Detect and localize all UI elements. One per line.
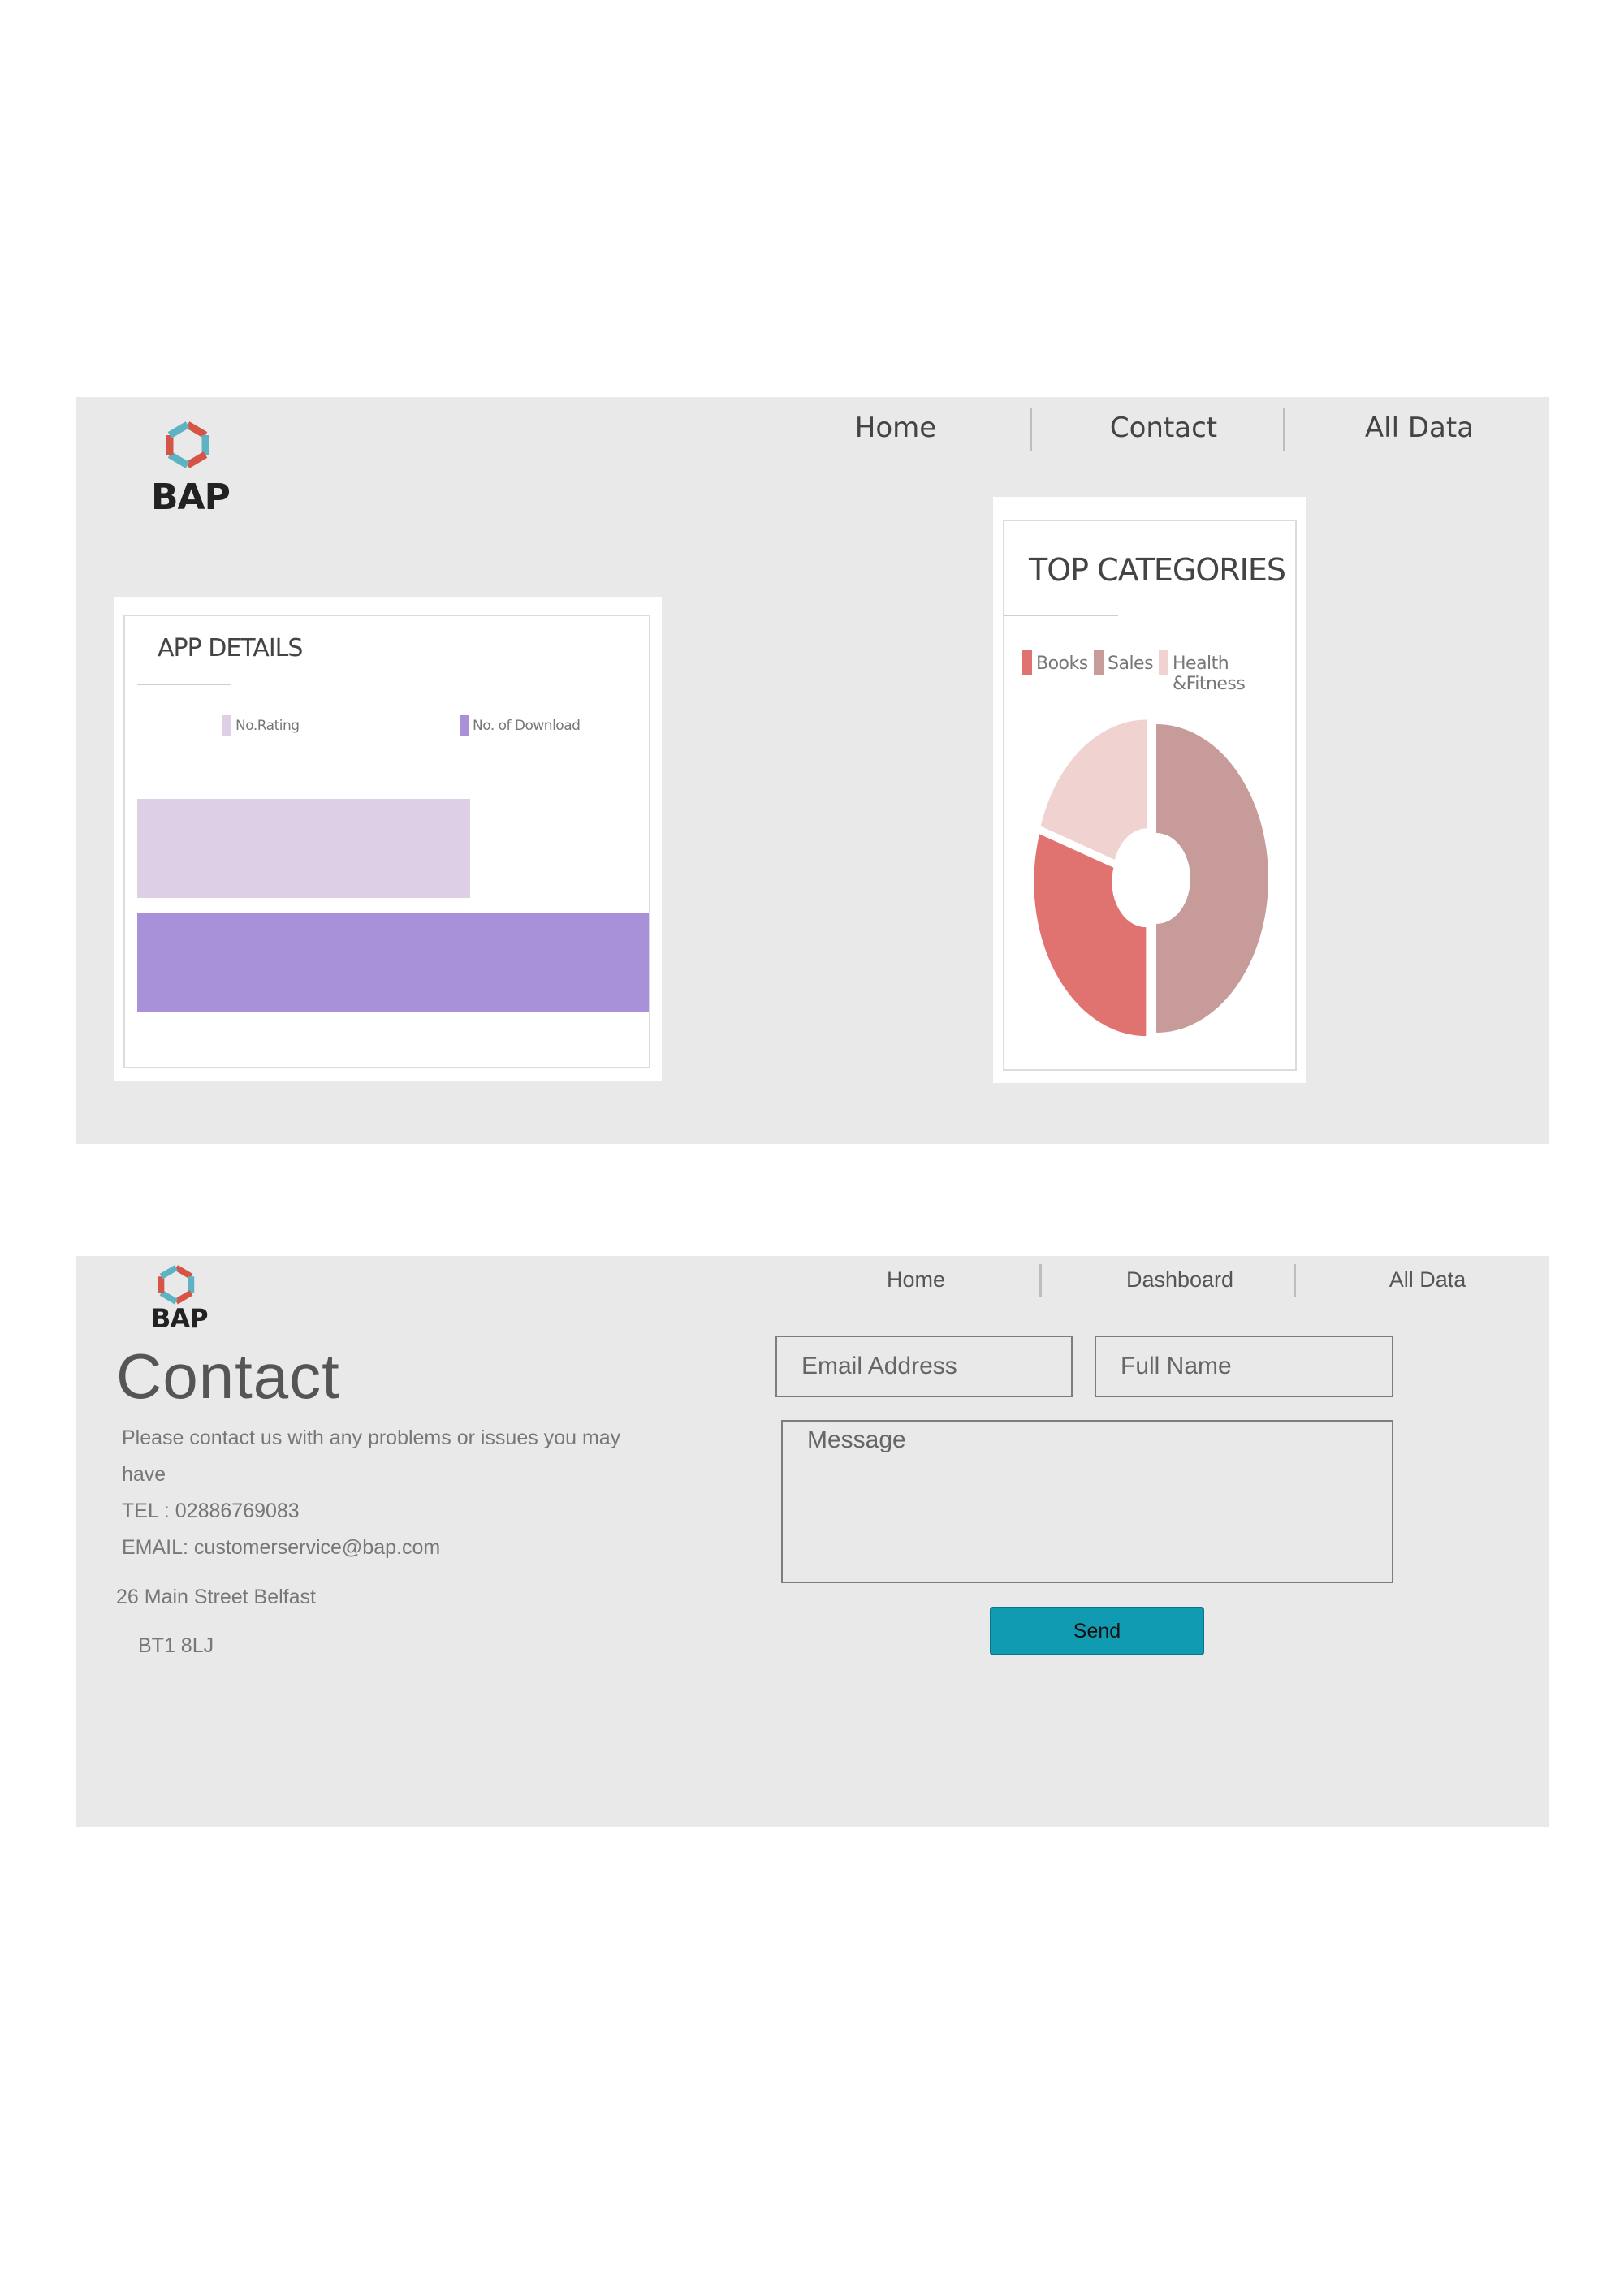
top-categories-frame: TOP CATEGORIES Books Sales Health &Fitne… [1003,520,1297,1071]
full-name-field[interactable] [1095,1336,1393,1397]
app-details-title: APP DETAILS [158,634,303,662]
nav-separator [1039,1264,1042,1297]
donut-chart [1034,719,1268,1037]
legend-swatch-health-fitness [1159,650,1168,675]
legend-label-health-fitness: Health &Fitness [1173,654,1246,694]
legend-label-rating: No.Rating [235,718,300,734]
nav-home[interactable]: Home [855,1267,977,1293]
legend-swatch-download [460,715,469,736]
top-categories-card: TOP CATEGORIES Books Sales Health &Fitne… [993,497,1306,1083]
legend-swatch-books [1022,650,1032,675]
app-details-card: APP DETAILS No.Rating No. of Download [114,597,662,1081]
nav-contact[interactable]: Contact [1103,412,1224,444]
contact-email: EMAIL: customerservice@bap.com [122,1536,441,1559]
contact-intro-cont: have [122,1463,166,1486]
bar-rating [137,799,470,898]
nav-dashboard[interactable]: Dashboard [1099,1267,1261,1293]
address-line1: 26 Main Street Belfast [116,1586,316,1608]
send-button[interactable]: Send [990,1607,1204,1655]
legend-swatch-sales [1094,650,1104,675]
bap-logo[interactable]: BAP [151,1261,209,1334]
nav-separator [1283,408,1285,451]
legend-label-download: No. of Download [473,718,581,734]
nav-separator [1294,1264,1296,1297]
nav-all-data[interactable]: All Data [1367,1267,1488,1293]
brand-wordmark: BAP [151,1303,209,1334]
donut-slice-health-fitness [1040,719,1147,861]
title-underline [1004,615,1118,616]
bap-logo[interactable]: BAP [151,421,231,518]
email-field[interactable] [775,1336,1073,1397]
donut-slice-books [1034,834,1147,1037]
dashboard-panel: BAP Home Contact All Data APP DETAILS No… [76,397,1549,1144]
legend-label-sales: Sales [1108,654,1154,674]
contact-panel: BAP Home Dashboard All Data Contact Plea… [76,1256,1549,1827]
brand-wordmark: BAP [151,477,231,518]
nav-all-data[interactable]: All Data [1358,412,1480,444]
title-underline [137,684,231,685]
bar-chart-area [137,799,649,1012]
legend-label-books: Books [1036,654,1088,674]
bar-download [137,913,649,1012]
top-categories-title: TOP CATEGORIES [1029,552,1286,588]
nav-home[interactable]: Home [847,412,944,444]
legend-swatch-rating [222,715,231,736]
address-line2: BT1 8LJ [138,1634,214,1657]
message-field[interactable] [781,1420,1393,1583]
contact-tel: TEL : 02886769083 [122,1500,300,1522]
nav-separator [1030,408,1032,451]
donut-slice-sales [1156,724,1268,1033]
contact-intro: Please contact us with any problems or i… [122,1426,621,1449]
page-title: Contact [116,1340,340,1412]
app-details-frame: APP DETAILS No.Rating No. of Download [123,615,650,1068]
